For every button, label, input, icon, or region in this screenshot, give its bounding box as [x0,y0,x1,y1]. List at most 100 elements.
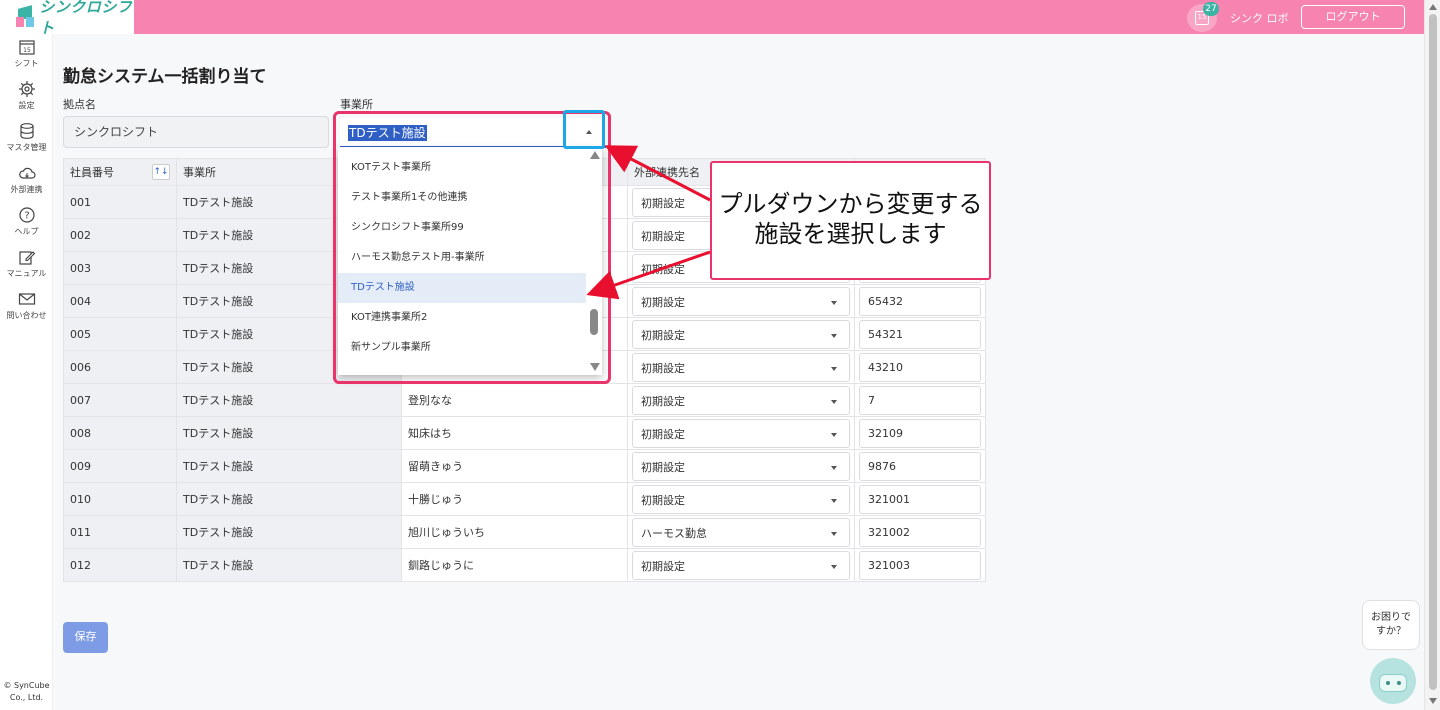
external-code-input[interactable]: 321002 [859,517,981,547]
app-logo[interactable]: シンクロシフト [0,0,134,37]
logo-text: シンクロシフト [39,0,133,37]
external-system-cell: ハーモス勤怠 [627,515,855,549]
user-name: シンク ロボ [1230,12,1289,25]
external-system-select[interactable]: 初期設定 [632,385,850,415]
external-system-select[interactable]: 初期設定 [632,550,850,580]
external-code-cell: 43210 [854,350,986,384]
sidebar: 15 シフト 設定 マスタ管理 外部連携 ? ヘルプ マニュアル 問い合わせ ©… [0,34,53,710]
office-cell: TDテスト施設 [176,449,402,483]
save-button[interactable]: 保存 [63,622,108,653]
help-robot-icon[interactable] [1370,658,1416,704]
employee-id-cell: 011 [63,515,177,549]
sort-icon[interactable]: ↑↓ [152,164,170,180]
svg-text:?: ? [24,211,29,222]
office-label: 事業所 [340,98,373,111]
chevron-down-icon[interactable] [831,465,837,470]
shift-calendar-button[interactable]: 15 27 [1187,2,1219,32]
page-title: 勤怠システム一括割り当て [63,67,267,87]
table-row: 007 TDテスト施設 登別なな 初期設定 7 [63,383,986,417]
external-system-select[interactable]: 初期設定 [632,352,850,382]
table-row: 009 TDテスト施設 留萌きゅう 初期設定 9876 [63,449,986,483]
external-system-select[interactable]: 初期設定 [632,484,850,514]
edit-icon [18,251,35,265]
external-code-cell: 7 [854,383,986,417]
chevron-down-icon[interactable] [831,333,837,338]
logout-button[interactable]: ログアウト [1301,5,1405,29]
employee-id-cell: 012 [63,548,177,582]
sidebar-item-contact[interactable]: 問い合わせ [0,290,53,321]
page-scrollbar[interactable] [1424,0,1440,710]
main-content: 勤怠システム一括割り当て 拠点名 シンクロシフト 事業所 TDテスト施設 社員番… [53,34,1424,710]
external-code-cell: 321001 [854,482,986,516]
sidebar-item-master[interactable]: マスタ管理 [0,122,53,153]
external-code-input[interactable]: 9876 [859,451,981,481]
office-cell: TDテスト施設 [176,515,402,549]
chevron-down-icon[interactable] [831,366,837,371]
employee-id-cell: 001 [63,185,177,219]
chevron-down-icon[interactable] [831,498,837,503]
external-system-select[interactable]: 初期設定 [632,418,850,448]
employee-id-cell: 003 [63,251,177,285]
employee-name-cell: 留萌きゅう [401,449,628,483]
base-name-field[interactable]: シンクロシフト [63,116,329,148]
employee-name-cell: 知床はち [401,416,628,450]
external-system-cell: 初期設定 [627,482,855,516]
logo-icon [14,5,34,29]
employee-id-cell: 007 [63,383,177,417]
external-system-select[interactable]: 初期設定 [632,451,850,481]
chevron-down-icon[interactable] [831,564,837,569]
scroll-thumb[interactable] [1429,14,1437,690]
sidebar-item-label: 問い合わせ [6,311,47,320]
office-cell: TDテスト施設 [176,548,402,582]
employee-id-cell: 009 [63,449,177,483]
annotation-callout: プルダウンから変更する 施設を選択します [710,161,991,280]
sidebar-item-integration[interactable]: 外部連携 [0,164,53,195]
sidebar-item-label: シフト [14,59,39,68]
external-code-cell: 321002 [854,515,986,549]
external-code-input[interactable]: 43210 [859,352,981,382]
gear-icon [18,81,35,97]
employee-name-cell: 釧路じゅうに [401,548,628,582]
external-code-cell: 9876 [854,449,986,483]
external-system-select[interactable]: ハーモス勤怠 [632,517,850,547]
employee-id-cell: 002 [63,218,177,252]
help-bubble[interactable]: お困りで すか？ [1362,600,1420,650]
employee-id-cell: 005 [63,317,177,351]
table-row: 008 TDテスト施設 知床はち 初期設定 32109 [63,416,986,450]
sidebar-item-settings[interactable]: 設定 [0,80,53,111]
employee-name-cell: 旭川じゅういち [401,515,628,549]
external-system-cell: 初期設定 [627,416,855,450]
external-system-cell: 初期設定 [627,284,855,318]
employee-id-cell: 010 [63,482,177,516]
external-code-input[interactable]: 65432 [859,286,981,316]
annotation-highlight-box [333,111,611,384]
table-row: 012 TDテスト施設 釧路じゅうに 初期設定 321003 [63,548,986,582]
base-label: 拠点名 [63,98,96,111]
chevron-down-icon[interactable] [831,531,837,536]
top-header: シンクロシフト 15 27 シンク ロボ ログアウト [0,0,1424,37]
external-code-input[interactable]: 7 [859,385,981,415]
notification-badge: 27 [1203,2,1219,16]
external-code-input[interactable]: 32109 [859,418,981,448]
chevron-down-icon[interactable] [831,399,837,404]
external-code-input[interactable]: 54321 [859,319,981,349]
chevron-down-icon[interactable] [831,432,837,437]
chevron-down-icon[interactable] [831,300,837,305]
sidebar-item-help[interactable]: ? ヘルプ [0,206,53,237]
help-icon: ? [18,207,35,223]
external-code-input[interactable]: 321003 [859,550,981,580]
external-system-cell: 初期設定 [627,383,855,417]
external-code-input[interactable]: 321001 [859,484,981,514]
sidebar-item-label: マスタ管理 [6,143,47,152]
external-code-cell: 54321 [854,317,986,351]
sidebar-item-shift[interactable]: 15 シフト [0,38,53,69]
copyright: © SynCube Co., Ltd. [3,681,50,702]
table-row: 010 TDテスト施設 十勝じゅう 初期設定 321001 [63,482,986,516]
external-system-select[interactable]: 初期設定 [632,286,850,316]
scroll-up-icon[interactable] [1429,4,1437,10]
external-system-cell: 初期設定 [627,317,855,351]
external-system-cell: 初期設定 [627,350,855,384]
sidebar-item-manual[interactable]: マニュアル [0,248,53,279]
external-system-select[interactable]: 初期設定 [632,319,850,349]
scroll-down-icon[interactable] [1429,698,1437,704]
